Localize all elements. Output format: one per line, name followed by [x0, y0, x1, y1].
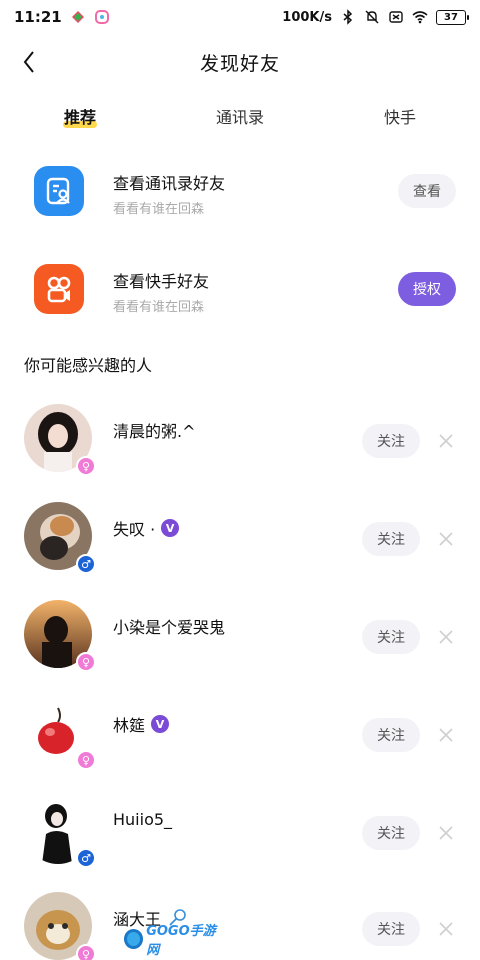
find-kuaishou-row: 查看快手好友 看看有谁在回森 授权 — [0, 258, 480, 334]
network-speed: 100K/s — [282, 9, 332, 25]
male-gender-icon: ♂ — [76, 848, 96, 868]
verified-badge-icon: V — [151, 715, 170, 733]
follow-button[interactable]: 关注 — [362, 718, 420, 752]
user-name: 小染是个爱哭鬼 — [113, 614, 225, 638]
bluetooth-icon — [343, 9, 353, 25]
page-title: 发现好友 — [199, 52, 280, 75]
battery-icon: 37 — [436, 9, 469, 25]
tab-bar: 推荐 通讯录 快手 — [0, 98, 480, 134]
wifi-icon — [412, 11, 428, 24]
tab-kuaishou[interactable]: 快手 — [320, 98, 480, 134]
suggestion-row[interactable]: ♀ 小染是个爱哭鬼 关注 — [0, 600, 480, 698]
close-icon[interactable] — [438, 433, 454, 449]
status-bar: 11:21 100K/s 37 — [0, 0, 480, 34]
close-icon[interactable] — [438, 727, 454, 743]
follow-button[interactable]: 关注 — [362, 912, 420, 946]
close-icon[interactable] — [438, 531, 454, 547]
follow-button[interactable]: 关注 — [362, 816, 420, 850]
tab-label: 推荐 — [63, 108, 96, 127]
find-contacts-row: 查看通讯录好友 看看有谁在回森 查看 — [0, 160, 480, 236]
section-title: 你可能感兴趣的人 — [24, 356, 153, 375]
user-name-text: 小染是个爱哭鬼 — [113, 618, 226, 637]
suggestion-row[interactable]: ♂ Huiio5_ 关注 — [0, 796, 480, 894]
suggestion-row[interactable]: ♀ 林筵 V 关注 — [0, 698, 480, 796]
no-sim-icon — [389, 11, 403, 23]
female-gender-icon: ♀ — [76, 652, 96, 672]
user-name-text: 失叹 · — [113, 520, 156, 539]
status-time: 11:21 — [14, 8, 62, 26]
find-contacts-title: 查看通讯录好友 — [113, 174, 226, 193]
user-name: 清晨的粥.^ — [113, 418, 196, 442]
user-name-text: Huiio5_ — [113, 810, 173, 829]
female-gender-icon: ♀ — [76, 750, 96, 770]
watermark-logo-icon — [124, 929, 144, 949]
male-gender-icon: ♂ — [76, 554, 96, 574]
status-right: 100K/s 37 — [282, 9, 469, 25]
tab-label: 快手 — [383, 108, 416, 127]
suggestion-row[interactable]: ♂ 失叹 · V 关注 — [0, 502, 480, 600]
kuaishou-icon — [34, 264, 84, 314]
tab-contacts[interactable]: 通讯录 — [160, 98, 320, 134]
status-left: 11:21 — [14, 8, 110, 26]
app-notification-icon-2 — [94, 10, 109, 24]
user-name: 林筵 V — [113, 712, 170, 736]
find-contacts-subtitle: 看看有谁在回森 — [113, 202, 205, 217]
watermark: GOGO手游网 — [124, 924, 224, 958]
suggestion-row[interactable]: ♀ 清晨的粥.^ 关注 — [0, 404, 480, 502]
authorize-kuaishou-button[interactable]: 授权 — [398, 272, 456, 306]
follow-button[interactable]: 关注 — [362, 620, 420, 654]
verified-badge-icon: V — [161, 519, 180, 537]
contacts-icon — [34, 166, 84, 216]
suggestion-row[interactable]: ♀ 涵大王 关注 — [0, 892, 480, 960]
find-kuaishou-subtitle: 看看有谁在回森 — [113, 300, 205, 315]
user-name-text: 清晨的粥.^ — [113, 422, 196, 441]
header: 发现好友 — [0, 40, 480, 84]
view-contacts-button[interactable]: 查看 — [398, 174, 456, 208]
find-kuaishou-title: 查看快手好友 — [113, 272, 210, 291]
female-gender-icon: ♀ — [76, 944, 96, 960]
follow-button[interactable]: 关注 — [362, 424, 420, 458]
tab-label: 通讯录 — [215, 108, 264, 127]
mute-bell-icon — [365, 10, 379, 24]
app-notification-icon — [71, 11, 84, 23]
tab-recommend[interactable]: 推荐 — [0, 98, 160, 134]
back-button[interactable] — [18, 48, 40, 76]
follow-button[interactable]: 关注 — [362, 522, 420, 556]
chevron-left-icon — [23, 51, 34, 73]
user-name: 失叹 · V — [113, 516, 180, 540]
close-icon[interactable] — [438, 825, 454, 841]
watermark-text: GOGO手游网 — [146, 924, 216, 958]
user-name-text: 林筵 — [113, 716, 146, 735]
user-name: Huiio5_ — [113, 810, 172, 829]
close-icon[interactable] — [438, 629, 454, 645]
female-gender-icon: ♀ — [76, 456, 96, 476]
close-icon[interactable] — [438, 921, 454, 937]
